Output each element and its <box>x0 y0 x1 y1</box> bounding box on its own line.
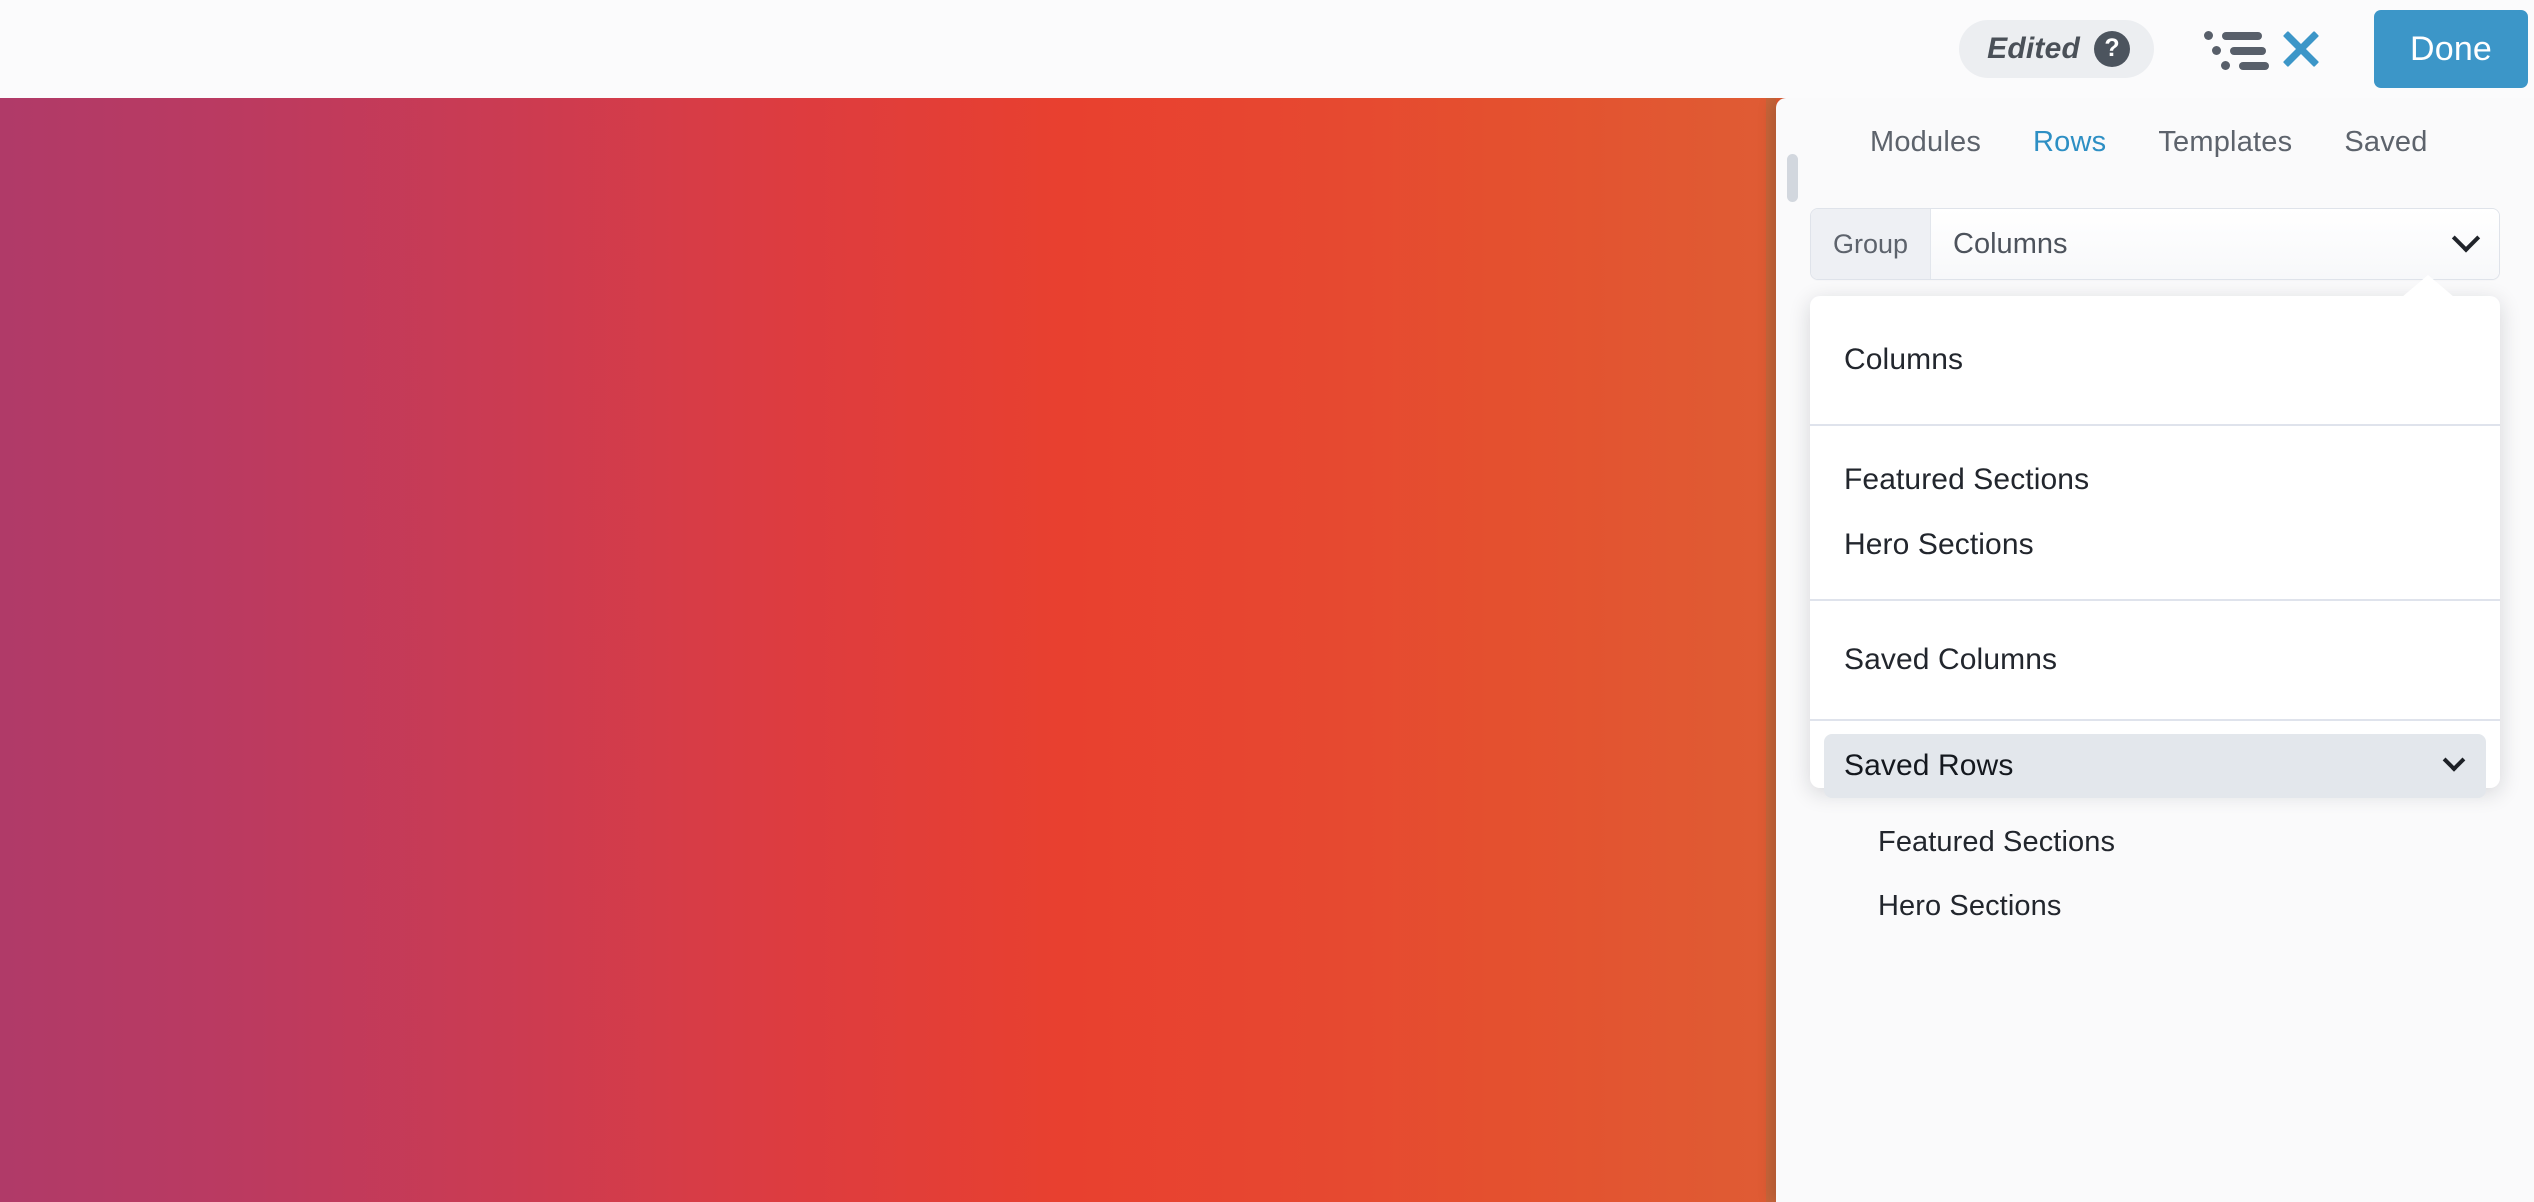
group-select-value[interactable]: Columns <box>1931 209 2433 279</box>
dropdown-pointer <box>2402 275 2454 297</box>
group-dropdown-menu: Columns Featured Sections Hero Sections … <box>1810 275 2500 922</box>
dropdown-item-saved-rows-label: Saved Rows <box>1844 749 2014 782</box>
outline-list-button[interactable] <box>2190 12 2269 86</box>
panel-tab-bar: Modules Rows Templates Saved <box>1776 98 2534 186</box>
edited-label: Edited <box>1987 32 2080 65</box>
group-select[interactable]: Group Columns <box>1810 208 2500 280</box>
dropdown-item-saved-rows[interactable]: Saved Rows <box>1824 734 2486 798</box>
tab-rows[interactable]: Rows <box>2007 98 2132 186</box>
question-mark-circle-icon[interactable]: ? <box>2094 31 2130 67</box>
dropdown-saved-rows-children: Featured Sections Hero Sections <box>1810 798 2500 938</box>
tab-modules[interactable]: Modules <box>1844 98 2007 186</box>
top-toolbar: Edited ? Done <box>0 0 2534 98</box>
outline-list-icon <box>2204 29 2269 70</box>
tab-templates[interactable]: Templates <box>2132 98 2318 186</box>
dropdown-item-saved-columns[interactable]: Saved Columns <box>1810 627 2500 692</box>
dropdown-item-saved-featured-sections[interactable]: Featured Sections <box>1810 810 2500 874</box>
chevron-down-icon[interactable] <box>2433 209 2499 279</box>
builder-side-panel: Modules Rows Templates Saved Group Colum… <box>1776 98 2534 1202</box>
dropdown-item-featured-sections[interactable]: Featured Sections <box>1810 447 2500 512</box>
close-button[interactable] <box>2264 12 2338 86</box>
status-badge[interactable]: Edited ? <box>1959 20 2154 78</box>
chevron-down-icon[interactable] <box>2442 749 2466 772</box>
dropdown-group-saved-rows: Saved Rows Featured Sections Hero Sectio… <box>1810 721 2500 944</box>
tab-saved[interactable]: Saved <box>2318 98 2453 186</box>
dropdown-item-columns[interactable]: Columns <box>1810 327 2500 392</box>
done-button[interactable]: Done <box>2374 10 2528 88</box>
dropdown-group-sections: Featured Sections Hero Sections <box>1810 426 2500 599</box>
dropdown-group-saved-columns: Saved Columns <box>1810 601 2500 719</box>
close-x-icon <box>2281 29 2321 69</box>
dropdown-item-saved-hero-sections[interactable]: Hero Sections <box>1810 874 2500 938</box>
dropdown-group-columns: Columns <box>1810 296 2500 424</box>
dropdown-item-hero-sections[interactable]: Hero Sections <box>1810 512 2500 577</box>
panel-edge-stripe <box>1766 98 1776 1202</box>
group-select-label: Group <box>1811 209 1932 279</box>
toolbar-actions: Edited ? Done <box>1959 0 2534 98</box>
